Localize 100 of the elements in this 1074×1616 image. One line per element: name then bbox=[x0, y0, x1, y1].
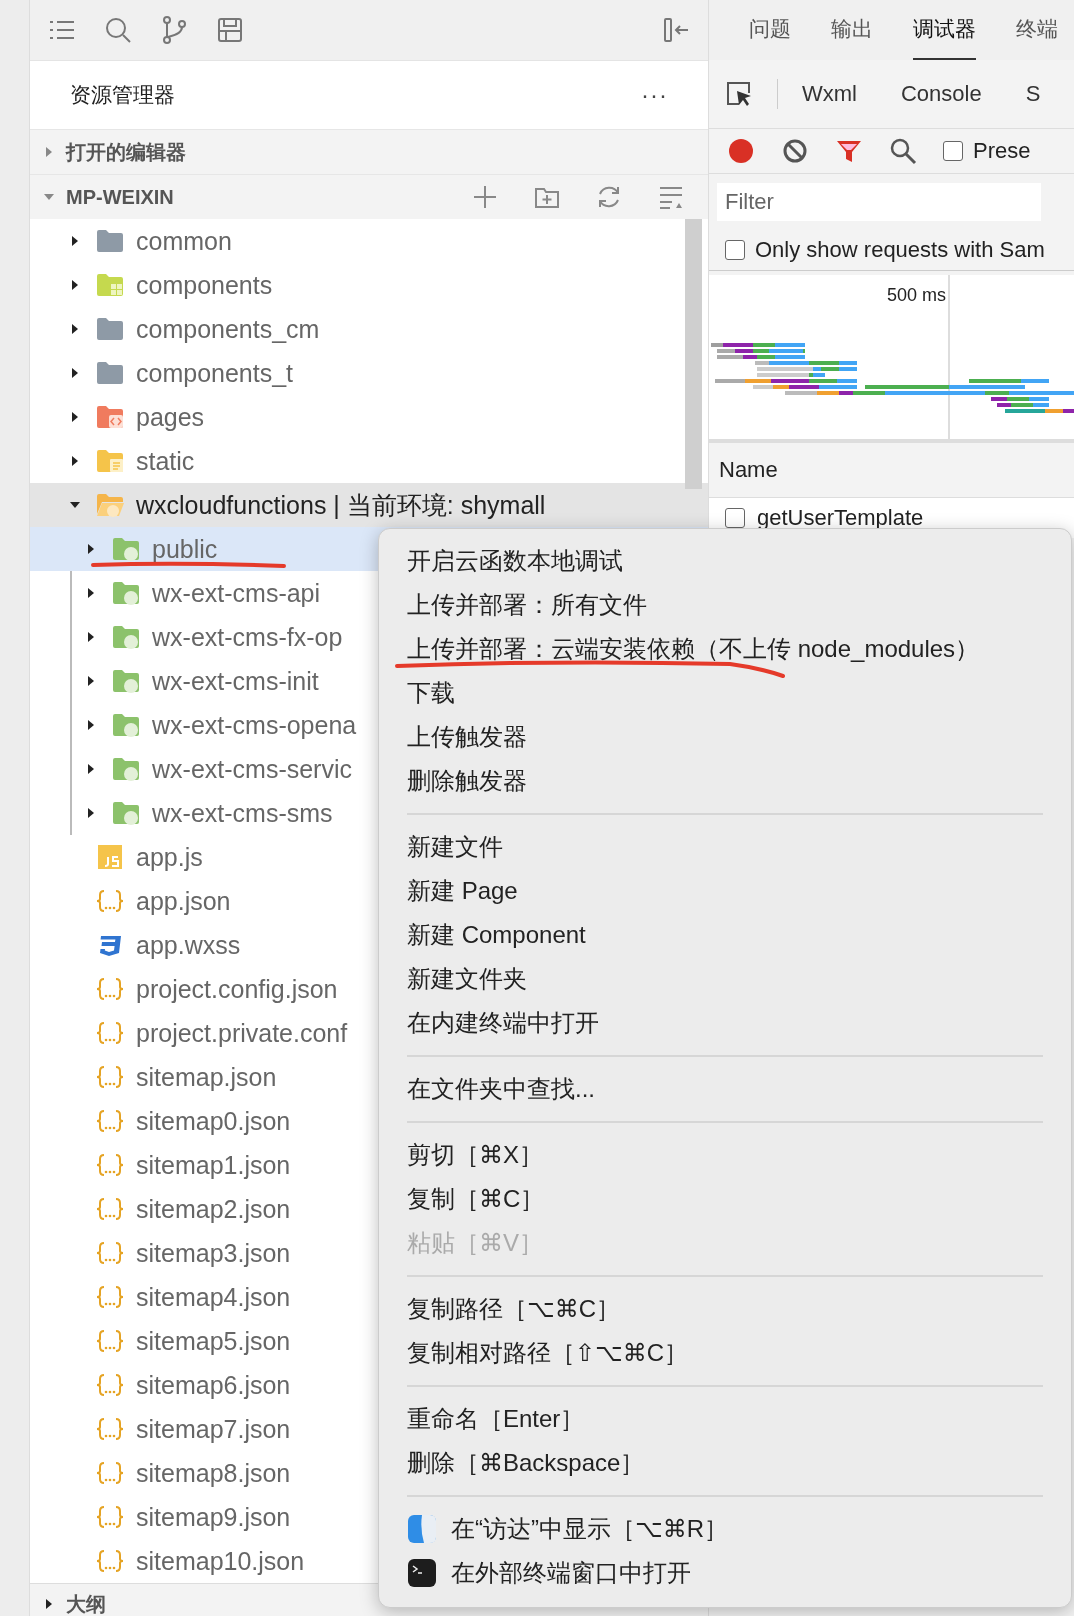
json-file-icon bbox=[96, 1505, 124, 1529]
folder-icon bbox=[96, 317, 124, 341]
caret-right-icon[interactable] bbox=[44, 1599, 54, 1609]
file-name: app.wxss bbox=[136, 930, 241, 960]
folder-icon bbox=[112, 757, 140, 781]
folder-icon bbox=[96, 273, 124, 297]
caret-right-icon[interactable] bbox=[86, 544, 96, 554]
caret-down-icon[interactable] bbox=[70, 500, 80, 510]
search-icon[interactable] bbox=[104, 16, 132, 44]
caret-right-icon[interactable] bbox=[86, 808, 96, 818]
file-name: wx-ext-cms-opena bbox=[152, 710, 357, 740]
caret-right-icon[interactable] bbox=[86, 764, 96, 774]
file-name: sitemap6.json bbox=[136, 1370, 291, 1400]
tree-item[interactable]: components_cm bbox=[30, 307, 708, 351]
menu-item[interactable]: 上传触发器 bbox=[379, 715, 1071, 759]
file-name: sitemap9.json bbox=[136, 1502, 291, 1532]
caret-right-icon[interactable] bbox=[70, 236, 80, 246]
json-file-icon bbox=[96, 1417, 124, 1441]
devtools-tab[interactable]: Wxml bbox=[802, 81, 857, 107]
file-name: wxcloudfunctions | 当前环境: shymall bbox=[136, 489, 546, 521]
tree-item[interactable]: components_t bbox=[30, 351, 708, 395]
devtools-tab[interactable]: S bbox=[1025, 81, 1041, 107]
panel-title: 资源管理器 bbox=[70, 82, 175, 108]
file-name: sitemap1.json bbox=[136, 1150, 291, 1180]
file-name: sitemap4.json bbox=[136, 1282, 291, 1312]
branch-icon[interactable] bbox=[160, 16, 188, 44]
tree-item[interactable]: static bbox=[30, 439, 708, 483]
caret-right-icon[interactable] bbox=[86, 676, 96, 686]
json-file-icon bbox=[96, 1109, 124, 1133]
menu-item[interactable]: 新建文件 bbox=[379, 825, 1071, 869]
file-name: project.config.json bbox=[136, 974, 338, 1004]
file-name: components_t bbox=[136, 358, 294, 388]
panel-tab[interactable]: 终端 bbox=[1016, 0, 1058, 60]
more-button[interactable]: ··· bbox=[641, 81, 668, 109]
file-name: sitemap.json bbox=[136, 1062, 277, 1092]
menu-item[interactable]: 下载 bbox=[379, 671, 1071, 715]
menu-item[interactable]: 删除［⌘Backspace］ bbox=[379, 1441, 1071, 1485]
menu-item[interactable]: 剪切［⌘X］ bbox=[379, 1133, 1071, 1177]
file-name: sitemap10.json bbox=[136, 1546, 305, 1576]
file-name: common bbox=[136, 226, 232, 256]
collapse-all-icon[interactable] bbox=[658, 184, 684, 210]
file-name: components_cm bbox=[136, 314, 320, 344]
open-folder-icon bbox=[96, 493, 124, 517]
caret-right-icon[interactable] bbox=[86, 720, 96, 730]
terminal-icon bbox=[407, 1558, 437, 1588]
menu-item[interactable]: 新建 Component bbox=[379, 913, 1071, 957]
file-name: wx-ext-cms-api bbox=[152, 578, 321, 608]
menu-item[interactable]: 复制［⌘C］ bbox=[379, 1177, 1071, 1221]
caret-right-icon[interactable] bbox=[70, 324, 80, 334]
devtools-tab[interactable]: Console bbox=[901, 81, 982, 107]
menu-item[interactable]: 在文件夹中查找... bbox=[379, 1067, 1071, 1111]
tree-item[interactable]: wxcloudfunctions | 当前环境: shymall bbox=[30, 483, 708, 527]
tree-item[interactable]: pages bbox=[30, 395, 708, 439]
tree-item[interactable]: components bbox=[30, 263, 708, 307]
menu-item[interactable]: 上传并部署：云端安装依赖（不上传 node_modules） bbox=[379, 627, 1071, 671]
checkbox[interactable] bbox=[725, 240, 745, 260]
menu-item[interactable]: 重命名［Enter］ bbox=[379, 1397, 1071, 1441]
panel-tab[interactable]: 输出 bbox=[831, 0, 873, 60]
caret-right-icon[interactable] bbox=[86, 632, 96, 642]
time-label: 500 ms bbox=[887, 285, 947, 306]
refresh-icon[interactable] bbox=[596, 184, 622, 210]
section-header[interactable]: MP-WEIXIN bbox=[30, 174, 708, 219]
checkbox[interactable] bbox=[943, 141, 963, 161]
file-name: sitemap2.json bbox=[136, 1194, 291, 1224]
caret-right-icon[interactable] bbox=[70, 280, 80, 290]
folder-icon bbox=[112, 625, 140, 649]
json-file-icon bbox=[96, 1461, 124, 1485]
caret-right-icon[interactable] bbox=[70, 368, 80, 378]
caret-right-icon[interactable] bbox=[70, 456, 80, 466]
clear-icon[interactable] bbox=[781, 137, 809, 165]
menu-item[interactable]: 新建 Page bbox=[379, 869, 1071, 913]
menu-item[interactable]: 在内建终端中打开 bbox=[379, 1001, 1071, 1045]
search-icon[interactable] bbox=[889, 137, 917, 165]
file-name: wx-ext-cms-init bbox=[152, 666, 319, 696]
panel-tab[interactable]: 问题 bbox=[749, 0, 791, 60]
menu-item[interactable]: 新建文件夹 bbox=[379, 957, 1071, 1001]
menu-item[interactable]: 复制相对路径［⇧⌥⌘C］ bbox=[379, 1331, 1071, 1375]
file-name: wx-ext-cms-servic bbox=[152, 754, 352, 784]
record-icon[interactable] bbox=[727, 137, 755, 165]
menu-item[interactable]: 上传并部署：所有文件 bbox=[379, 583, 1071, 627]
tree-item[interactable]: common bbox=[30, 219, 708, 263]
caret-right-icon[interactable] bbox=[86, 588, 96, 598]
menu-item[interactable]: 复制路径［⌥⌘C］ bbox=[379, 1287, 1071, 1331]
section-header[interactable]: 打开的编辑器 bbox=[30, 129, 708, 174]
scrollbar-thumb[interactable] bbox=[685, 219, 702, 489]
file-name: app.js bbox=[136, 842, 203, 872]
folder-icon bbox=[112, 581, 140, 605]
file-name: wx-ext-cms-fx-op bbox=[152, 622, 343, 652]
menu-item[interactable]: 在“访达”中显示［⌥⌘R］ bbox=[379, 1507, 1071, 1551]
checkbox-label: Prese bbox=[973, 138, 1031, 164]
file-name: sitemap3.json bbox=[136, 1238, 291, 1268]
plus-icon[interactable] bbox=[472, 184, 498, 210]
inspect-icon[interactable] bbox=[725, 80, 753, 108]
save-icon[interactable] bbox=[216, 16, 244, 44]
collapse-panel-icon[interactable] bbox=[662, 16, 690, 44]
menu-item[interactable]: 删除触发器 bbox=[379, 759, 1071, 803]
caret-right-icon[interactable] bbox=[70, 412, 80, 422]
filter-field[interactable]: Filter bbox=[717, 183, 1041, 221]
folder-icon bbox=[96, 405, 124, 429]
json-file-icon bbox=[96, 1241, 124, 1265]
